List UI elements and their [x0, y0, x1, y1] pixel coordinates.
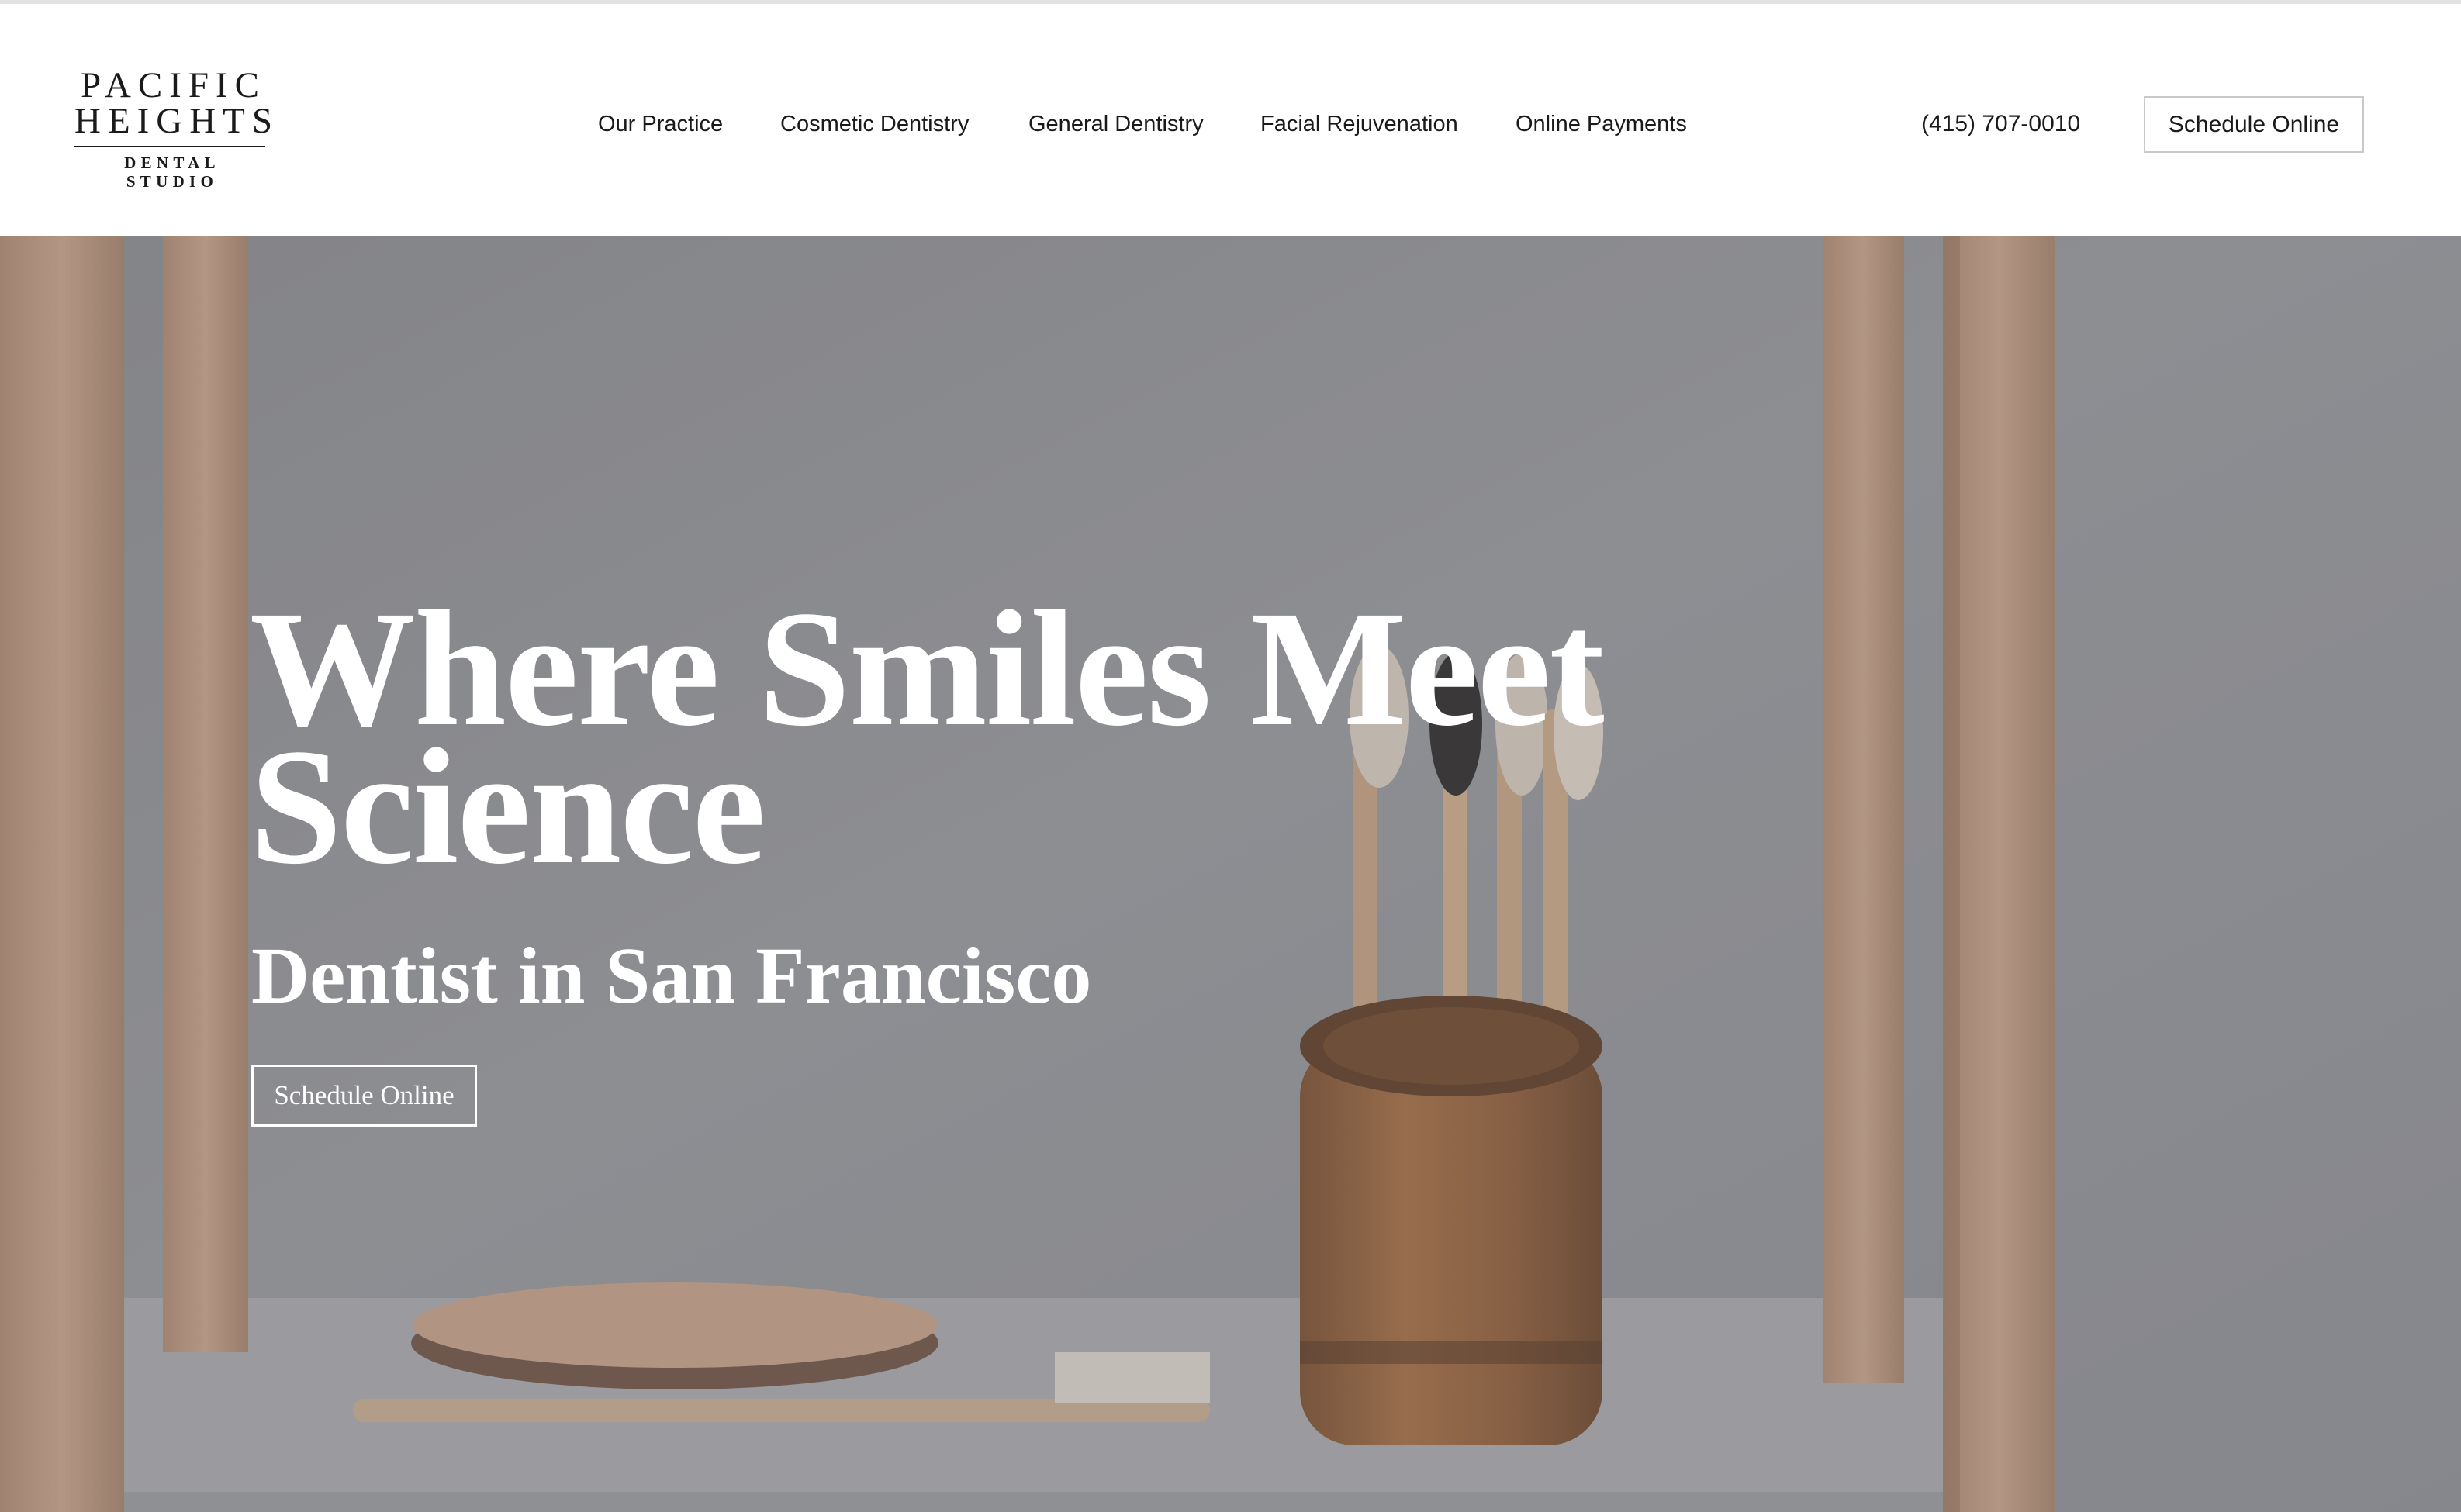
hero-title-line-2: Science — [250, 715, 766, 899]
site-header: PACIFIC HEIGHTS DENTAL STUDIO Our Practi… — [0, 4, 2461, 236]
phone-link[interactable]: (415) 707-0010 — [1921, 105, 2080, 143]
nav-item-our-practice[interactable]: Our Practice — [598, 105, 723, 143]
hero-schedule-button[interactable]: Schedule Online — [251, 1065, 477, 1127]
site-logo[interactable]: PACIFIC HEIGHTS DENTAL STUDIO — [74, 67, 272, 191]
hero-subtitle: Dentist in San Francisco — [251, 931, 1092, 1020]
logo-line-3: DENTAL STUDIO — [124, 154, 220, 191]
hero-title: Where Smiles Meet Science — [250, 586, 1723, 890]
logo-line-2: HEIGHTS — [74, 101, 280, 141]
nav-item-cosmetic-dentistry[interactable]: Cosmetic Dentistry — [780, 105, 969, 143]
logo-line-1: PACIFIC — [81, 65, 266, 105]
nav-item-online-payments[interactable]: Online Payments — [1516, 105, 1687, 143]
nav-item-facial-rejuvenation[interactable]: Facial Rejuvenation — [1260, 105, 1458, 143]
nav-item-general-dentistry[interactable]: General Dentistry — [1028, 105, 1204, 143]
hero-section: Where Smiles Meet Science Dentist in San… — [0, 236, 2461, 1512]
logo-divider — [74, 146, 265, 147]
header-schedule-button[interactable]: Schedule Online — [2144, 96, 2364, 153]
